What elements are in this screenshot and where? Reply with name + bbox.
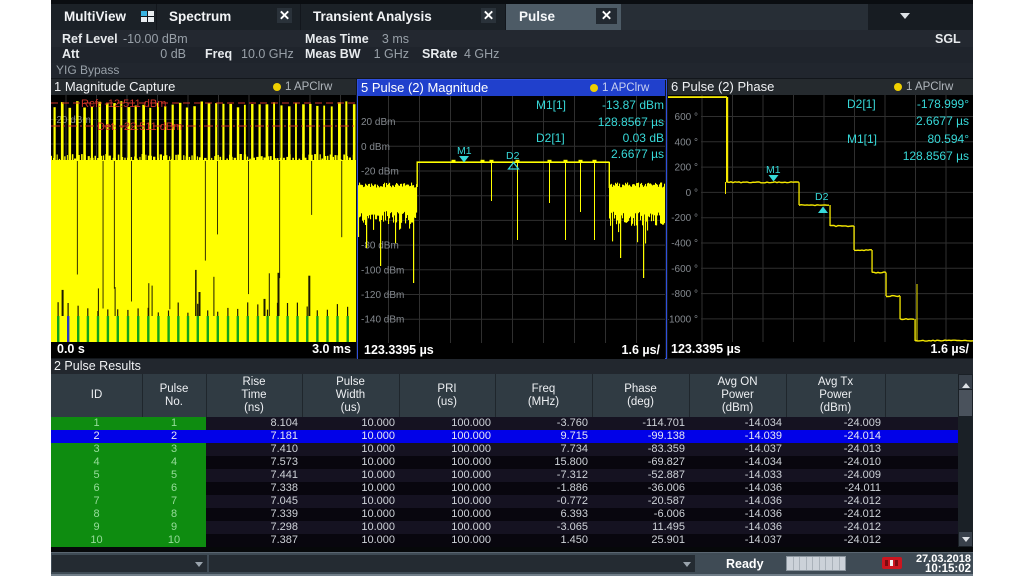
svg-text:-200 °: -200 °: [671, 213, 698, 224]
svg-text:-20 dBm: -20 dBm: [361, 167, 399, 178]
svg-text:-800 °: -800 °: [671, 289, 698, 300]
svg-text:200 °: 200 °: [675, 163, 698, 174]
svg-text:M1: M1: [766, 164, 781, 176]
svg-text:-400 °: -400 °: [671, 239, 698, 250]
svg-text:0 °: 0 °: [686, 188, 698, 199]
svg-text:-140 dBm: -140 dBm: [361, 315, 404, 326]
svg-text:-600 °: -600 °: [671, 264, 698, 275]
svg-text:D2: D2: [815, 191, 829, 203]
svg-text:-100 dBm: -100 dBm: [361, 265, 404, 276]
svg-text:Det. -22.511 dBm: Det. -22.511 dBm: [97, 121, 182, 133]
svg-text:-1000 °: -1000 °: [668, 314, 698, 325]
svg-text:-120 dBm: -120 dBm: [361, 290, 404, 301]
svg-text:Ref. -12.511 dBm: Ref. -12.511 dBm: [81, 98, 166, 110]
